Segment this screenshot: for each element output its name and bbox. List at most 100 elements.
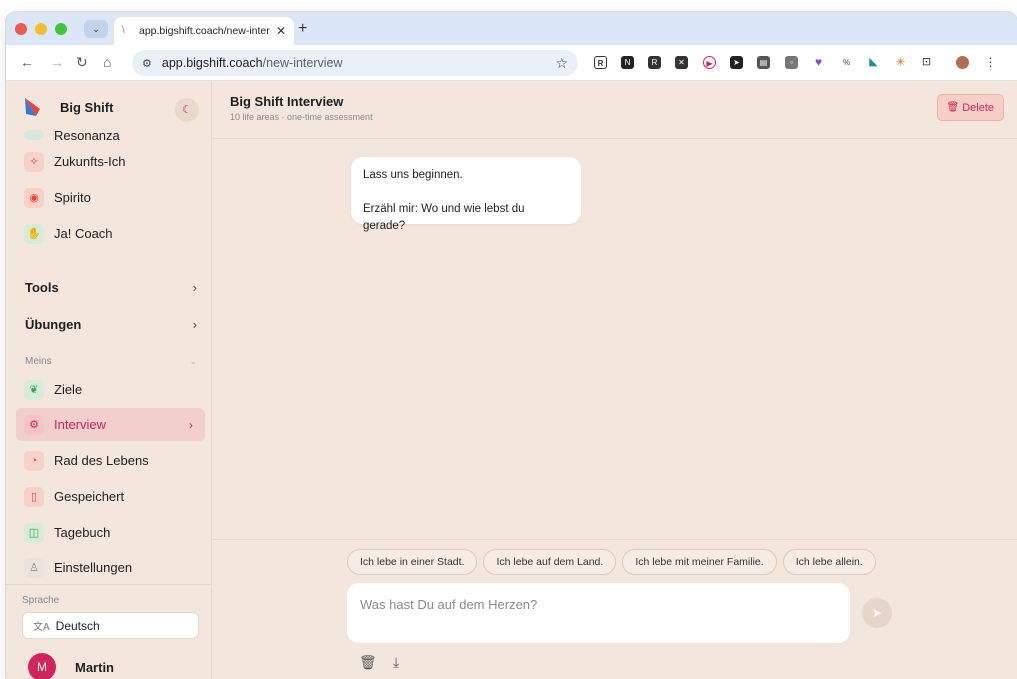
sidebar-item-label: Spirito — [54, 190, 91, 205]
leaf-icon: ❦ — [24, 379, 44, 400]
main-content: Big Shift Interview 10 life areas · one-… — [212, 82, 1017, 679]
browser-tab[interactable]: \ app.bigshift.coach/new-inter ✕ — [114, 17, 294, 45]
browser-toolbar: ← → ↻ ⌂ ⚙ app.bigshift.coach/new-intervi… — [6, 45, 1017, 81]
suggestion-chip[interactable]: Ich lebe allein. — [782, 549, 876, 575]
extension-doc-icon[interactable]: ▤ — [757, 56, 770, 69]
sidebar-item-interview[interactable]: ⚙ Interview › — [16, 408, 205, 441]
extension-bird-icon[interactable]: ◣ — [867, 56, 880, 69]
sidebar-item-ziele[interactable]: ❦ Ziele — [16, 373, 205, 406]
download-icon[interactable]: ⤓ — [393, 654, 399, 671]
sidebar-section-tools[interactable]: Tools › — [25, 280, 197, 295]
sidebar-item-spirito[interactable]: ◉ Spirito — [16, 181, 205, 214]
forward-icon[interactable]: → — [50, 54, 64, 70]
reload-icon[interactable]: ↻ — [76, 54, 88, 71]
sidebar-item-label: Rad des Lebens — [54, 453, 149, 468]
extension-heart-icon[interactable]: ♥ — [812, 56, 825, 69]
sidebar-item-label: Zukunfts-Ich — [54, 154, 126, 169]
extension-r-icon[interactable]: R — [594, 56, 607, 69]
browser-menu-icon[interactable]: ⋮ — [984, 56, 997, 69]
send-button[interactable]: ➤ — [862, 598, 892, 628]
pie-icon: ◔ — [24, 450, 44, 471]
hand-icon: ✋ — [24, 223, 44, 244]
translate-icon: 文A — [33, 622, 50, 633]
suggestion-chip[interactable]: Ich lebe auf dem Land. — [483, 549, 617, 575]
sidebar-item-label: Gespeichert — [54, 489, 125, 504]
sidebar-item-gespeichert[interactable]: ▯ Gespeichert — [16, 480, 205, 513]
sidebar-item-label: Einstellungen — [54, 560, 133, 575]
sidebar-item-resonanza[interactable]: Resonanza — [16, 126, 205, 140]
user-profile[interactable]: M Martin — [28, 653, 114, 679]
tab-title: app.bigshift.coach/new-inter — [139, 25, 270, 37]
extension-spark-icon[interactable]: ✳ — [894, 56, 907, 69]
page-title: Big Shift Interview — [230, 94, 344, 109]
book-icon: ◫ — [24, 522, 44, 543]
trash-icon[interactable]: 🗑 — [359, 654, 377, 671]
minimize-window-button[interactable] — [35, 23, 47, 35]
page-header: Big Shift Interview 10 life areas · one-… — [212, 82, 1017, 139]
message-line: Lass uns beginnen. — [363, 169, 463, 181]
sidebar-item-zukunfts-ich[interactable]: ✧ Zukunfts-Ich — [16, 145, 205, 178]
extension-notion-icon[interactable]: N — [621, 56, 634, 69]
extension-tool-icon[interactable]: ✕ — [675, 56, 688, 69]
chevron-right-icon: › — [189, 417, 193, 432]
delete-label: Delete — [962, 101, 994, 114]
sidebar-group-meins[interactable]: Meins ⌄ — [25, 356, 197, 367]
language-label: Sprache — [22, 595, 60, 606]
address-bar[interactable]: ⚙ app.bigshift.coach/new-interview ☆ — [132, 50, 578, 76]
sidebar-item-rad-des-lebens[interactable]: ◔ Rad des Lebens — [16, 444, 205, 477]
extension-link-icon[interactable]: % — [840, 56, 853, 69]
tab-search-icon[interactable]: ⌄ — [84, 20, 108, 38]
sidebar-item-label: Resonanza — [54, 128, 120, 140]
extension-send-icon[interactable]: ➤ — [730, 56, 743, 69]
profile-avatar[interactable] — [956, 56, 969, 69]
bookmark-icon: ▯ — [24, 486, 44, 507]
new-tab-icon[interactable]: + — [298, 20, 307, 38]
language-value: Deutsch — [55, 618, 100, 633]
message-line: Erzähl mir: Wo und wie lebst du gerade? — [363, 203, 525, 232]
close-tab-icon[interactable]: ✕ — [276, 24, 286, 38]
chevron-right-icon: › — [192, 280, 197, 295]
extension-reader-icon[interactable]: R — [648, 56, 661, 69]
extensions-puzzle-icon[interactable]: ⊡ — [920, 56, 933, 69]
resonanza-icon — [24, 130, 44, 140]
tab-strip: ⌄ \ app.bigshift.coach/new-inter ✕ + — [6, 12, 1017, 45]
sidebar-item-einstellungen[interactable]: ♙ Einstellungen — [16, 551, 205, 584]
suggestion-chip[interactable]: Ich lebe mit meiner Familie. — [622, 549, 777, 575]
app: Big Shift ☾ Resonanza ✧ Zukunfts-Ich ◉ S… — [6, 82, 1017, 679]
sidebar-footer: Sprache 文A Deutsch M Martin — [6, 584, 212, 679]
extension-play-icon[interactable]: ▶ — [703, 56, 716, 69]
sidebar-item-tagebuch[interactable]: ◫ Tagebuch — [16, 516, 205, 549]
sidebar-item-ja-coach[interactable]: ✋ Ja! Coach — [16, 217, 205, 250]
sidebar-item-label: Tagebuch — [54, 525, 111, 540]
message-input[interactable]: Was hast Du auf dem Herzen? — [347, 583, 850, 643]
close-window-button[interactable] — [15, 23, 27, 35]
sparkle-icon: ✧ — [24, 151, 44, 172]
theme-toggle-moon-icon[interactable]: ☾ — [175, 98, 199, 122]
suggestion-chip[interactable]: Ich lebe in einer Stadt. — [347, 549, 478, 575]
sidebar-item-label: Ziele — [54, 382, 83, 397]
suggestion-chips: Ich lebe in einer Stadt. Ich lebe auf de… — [347, 549, 876, 575]
avatar: M — [28, 653, 56, 679]
trash-icon: 🗑 — [946, 102, 960, 113]
favicon-icon: \ — [122, 25, 125, 36]
delete-button[interactable]: 🗑 Delete — [936, 94, 1004, 121]
sidebar-section-uebungen[interactable]: Übungen › — [25, 317, 197, 332]
sidebar: Big Shift ☾ Resonanza ✧ Zukunfts-Ich ◉ S… — [6, 82, 212, 679]
gear-icon: ⚙ — [24, 414, 44, 435]
maximize-window-button[interactable] — [55, 23, 67, 35]
site-info-icon[interactable]: ⚙ — [142, 57, 152, 70]
sidebar-item-label: Ja! Coach — [54, 226, 113, 241]
brand-name: Big Shift — [60, 99, 114, 115]
user-name: Martin — [75, 659, 114, 675]
back-icon[interactable]: ← — [20, 54, 34, 70]
home-icon[interactable]: ⌂ — [103, 54, 111, 70]
bookmark-star-icon[interactable]: ☆ — [555, 55, 568, 72]
composer: Ich lebe in einer Stadt. Ich lebe auf de… — [212, 539, 1017, 679]
chevron-down-icon: ⌄ — [189, 356, 197, 366]
chevron-right-icon: › — [192, 317, 197, 332]
extension-box-icon[interactable]: ▫ — [785, 56, 798, 69]
sidebar-item-label: Interview — [54, 417, 107, 432]
language-select[interactable]: 文A Deutsch — [22, 612, 199, 639]
brand[interactable]: Big Shift — [22, 96, 113, 118]
page-subtitle: 10 life areas · one-time assessment — [230, 112, 373, 122]
